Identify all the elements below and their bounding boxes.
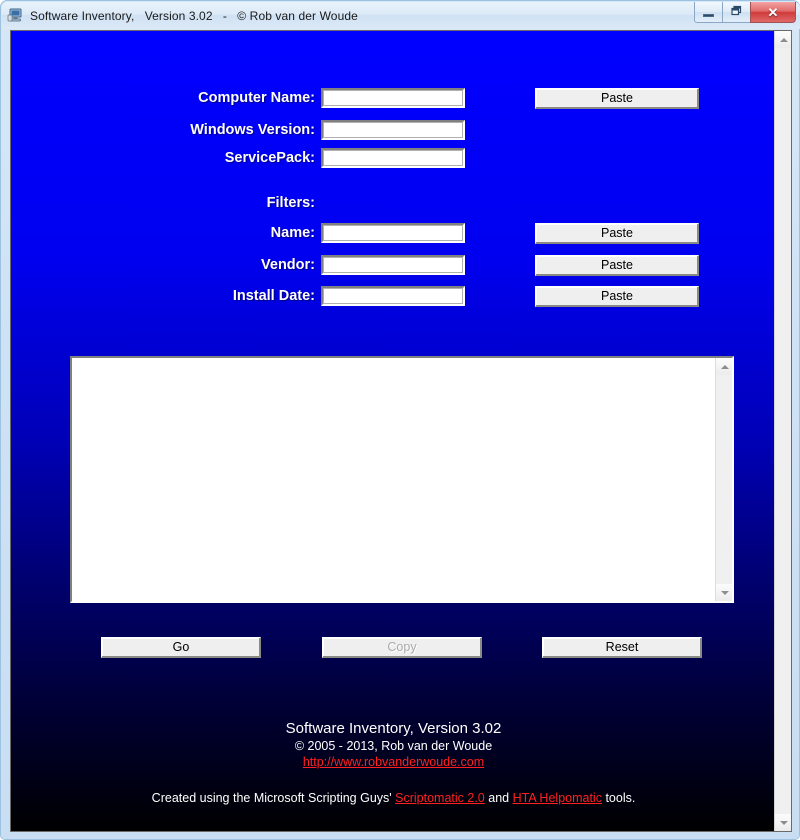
row-filter-name: Name: Paste xyxy=(11,221,776,245)
footer-credit: Created using the Microsoft Scripting Gu… xyxy=(11,790,776,806)
credit-prefix-text: Created using the Microsoft Scripting Gu… xyxy=(151,791,396,805)
down-arrow-icon xyxy=(720,590,729,595)
minimize-button[interactable] xyxy=(694,2,723,23)
paste-button-filter-install-date[interactable]: Paste xyxy=(535,285,699,307)
output-scroll-up-button[interactable] xyxy=(716,358,732,375)
page-scroll-down-button[interactable] xyxy=(775,814,791,831)
output-scrollbar[interactable] xyxy=(715,358,732,601)
website-link[interactable]: http://www.robvanderwoude.com xyxy=(303,755,484,769)
paste-button-computer-name[interactable]: Paste xyxy=(535,87,699,109)
down-arrow-icon xyxy=(779,820,788,825)
page-scrollbar[interactable] xyxy=(774,31,791,831)
credit-middle-text: and xyxy=(484,791,513,805)
row-filter-install-date: Install Date: Paste xyxy=(11,284,776,308)
filters-heading: Filters: xyxy=(266,195,315,211)
paste-button-filter-vendor[interactable]: Paste xyxy=(535,254,699,276)
page-scroll-up-button[interactable] xyxy=(775,31,791,48)
up-arrow-icon xyxy=(779,37,788,42)
filter-install-date-input[interactable] xyxy=(321,286,465,306)
computer-monitor-icon xyxy=(7,7,24,24)
page-scrollbar-track[interactable] xyxy=(775,48,791,814)
up-arrow-icon xyxy=(720,364,729,369)
window-controls: ✕ xyxy=(694,2,796,23)
close-button[interactable]: ✕ xyxy=(750,2,796,23)
output-panel xyxy=(70,356,734,603)
application-client-area: Computer Name: Paste Windows Version: Se… xyxy=(10,30,792,832)
scriptomatic-link[interactable]: Scriptomatic 2.0 xyxy=(395,791,485,805)
row-computer-name: Computer Name: Paste xyxy=(11,86,776,110)
copy-button: Copy xyxy=(322,637,482,658)
title-bar: Software Inventory, Version 3.02 - © Rob… xyxy=(2,2,800,29)
restore-icon xyxy=(731,3,742,21)
footer-app-title: Software Inventory, Version 3.02 xyxy=(285,720,502,737)
filter-name-label: Name: xyxy=(270,225,315,241)
page-content: Computer Name: Paste Windows Version: Se… xyxy=(11,31,776,831)
hta-helpomatic-link[interactable]: HTA Helpomatic xyxy=(513,791,602,805)
computer-name-input[interactable] xyxy=(321,88,465,108)
credit-suffix-text: tools. xyxy=(601,791,636,805)
row-filter-vendor: Vendor: Paste xyxy=(11,253,776,277)
restore-button[interactable] xyxy=(722,2,751,23)
filter-vendor-input[interactable] xyxy=(321,255,465,275)
servicepack-label: ServicePack: xyxy=(224,150,315,166)
filter-name-input[interactable] xyxy=(321,223,465,243)
filter-vendor-label: Vendor: xyxy=(261,257,315,273)
servicepack-input[interactable] xyxy=(321,148,465,168)
footer: Software Inventory, Version 3.02 © 2005 … xyxy=(11,719,776,770)
window-title: Software Inventory, Version 3.02 - © Rob… xyxy=(30,8,358,23)
output-textarea[interactable] xyxy=(72,358,716,601)
minimize-icon xyxy=(703,14,714,17)
close-icon: ✕ xyxy=(767,4,779,20)
windows-version-label: Windows Version: xyxy=(190,122,315,138)
windows-version-input[interactable] xyxy=(321,120,465,140)
paste-button-filter-name[interactable]: Paste xyxy=(535,222,699,244)
output-scroll-down-button[interactable] xyxy=(716,584,732,601)
filter-install-date-label: Install Date: xyxy=(232,288,315,304)
computer-name-label: Computer Name: xyxy=(198,90,315,106)
reset-button[interactable]: Reset xyxy=(542,637,702,658)
footer-copyright: © 2005 - 2013, Rob van der Woude xyxy=(294,739,493,753)
go-button[interactable]: Go xyxy=(101,637,261,658)
window-frame: Software Inventory, Version 3.02 - © Rob… xyxy=(0,0,800,840)
row-windows-version: Windows Version: xyxy=(11,118,776,142)
row-servicepack: ServicePack: xyxy=(11,146,776,170)
